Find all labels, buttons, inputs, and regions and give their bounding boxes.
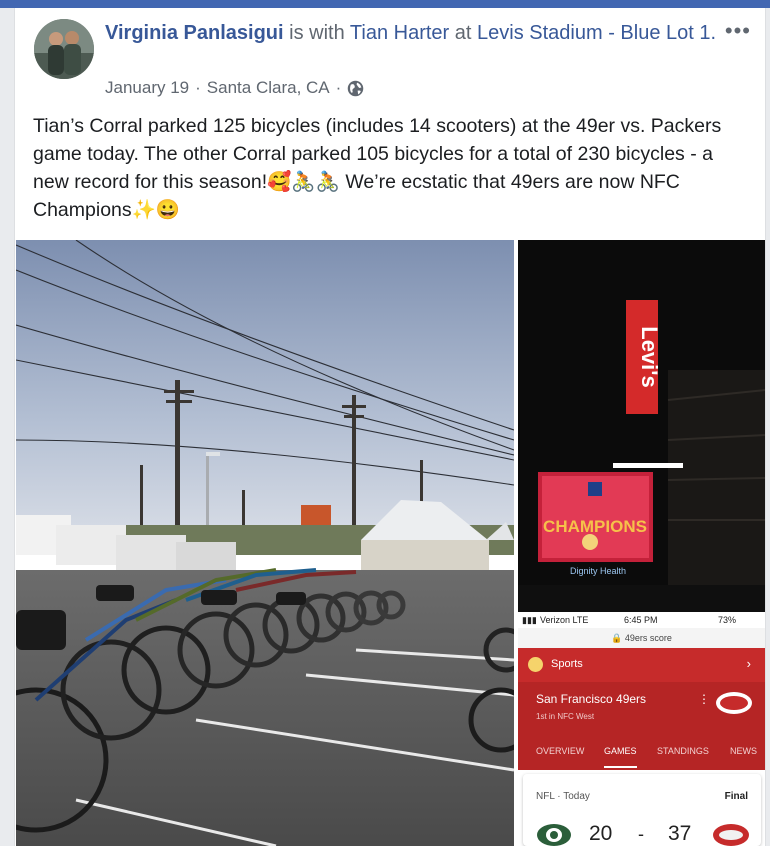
niners-score: 37	[668, 822, 692, 845]
packers-logo-icon	[537, 824, 571, 846]
score-dash: -	[638, 824, 644, 844]
levis-sign: Levi's	[637, 326, 662, 388]
more-options-button[interactable]: •••	[725, 20, 751, 42]
score-card: NFL · Today Final 20 - 37	[523, 774, 761, 846]
niners-logo-icon	[713, 824, 749, 846]
tab-games: GAMES	[604, 746, 637, 768]
sponsor-text: Dignity Health	[570, 566, 626, 576]
post-meta: January 19 · Santa Clara, CA ·	[105, 78, 364, 98]
phone-tabs: OVERVIEW GAMES STANDINGS NEWS	[518, 732, 765, 770]
team-header: San Francisco 49ers 1st in NFC West ⋮	[518, 682, 765, 732]
chevron-right-icon: ›	[746, 656, 751, 671]
globe-icon[interactable]	[347, 80, 364, 97]
carrier: Verizon LTE	[540, 615, 589, 625]
phone-score-screenshot[interactable]: ▮▮▮ Verizon LTE 6:45 PM 73% 🔒 49ers scor…	[518, 614, 765, 846]
game-status: Final	[724, 791, 748, 802]
author-link[interactable]: Virginia Panlasigui	[105, 22, 284, 44]
with-text: is with	[289, 22, 345, 44]
battery-level: 73%	[718, 615, 737, 625]
screen-champions-text: CHAMPIONS	[543, 517, 647, 536]
meta-separator: ·	[335, 78, 342, 97]
avatar[interactable]	[34, 19, 94, 79]
post-header: Virginia Panlasigui is with Tian Harter …	[105, 20, 725, 47]
bicycle-parking-photo[interactable]	[16, 240, 514, 846]
niners-logo-icon	[716, 692, 752, 714]
game-label: NFL · Today	[536, 791, 590, 802]
at-text: at	[454, 22, 472, 44]
team-standing: 1st in NFC West	[536, 712, 595, 721]
team-name: San Francisco 49ers	[536, 692, 647, 706]
sports-icon	[528, 657, 543, 672]
signal-icon: ▮▮▮	[522, 615, 537, 625]
phone-url-bar: 🔒 49ers score	[518, 628, 765, 648]
lock-icon: 🔒	[611, 633, 625, 643]
sports-header: Sports ›	[518, 648, 765, 682]
post-date[interactable]: January 19	[105, 78, 189, 98]
tab-news: NEWS	[730, 746, 757, 756]
place-link[interactable]: Levis Stadium - Blue Lot 1.	[477, 22, 716, 44]
sports-label: Sports	[551, 658, 583, 670]
phone-status-bar: ▮▮▮ Verizon LTE 6:45 PM 73%	[518, 614, 765, 628]
tab-standings: STANDINGS	[657, 746, 709, 756]
post-location[interactable]: Santa Clara, CA	[207, 78, 330, 98]
tagged-person-link[interactable]: Tian Harter	[350, 22, 449, 44]
tab-overview: OVERVIEW	[536, 746, 585, 756]
post-card: Virginia Panlasigui is with Tian Harter …	[14, 8, 766, 846]
more-vertical-icon: ⋮	[698, 692, 710, 706]
stadium-champions-photo[interactable]: Levi's CHAMPIONS Dignity Health	[518, 240, 765, 612]
packers-score: 20	[589, 822, 613, 845]
post-text: Tian’s Corral parked 125 bicycles (inclu…	[33, 115, 722, 221]
phone-url: 49ers score	[624, 633, 672, 643]
top-navigation-bar	[0, 0, 770, 8]
phone-time: 6:45 PM	[624, 615, 658, 625]
meta-separator: ·	[195, 78, 201, 97]
